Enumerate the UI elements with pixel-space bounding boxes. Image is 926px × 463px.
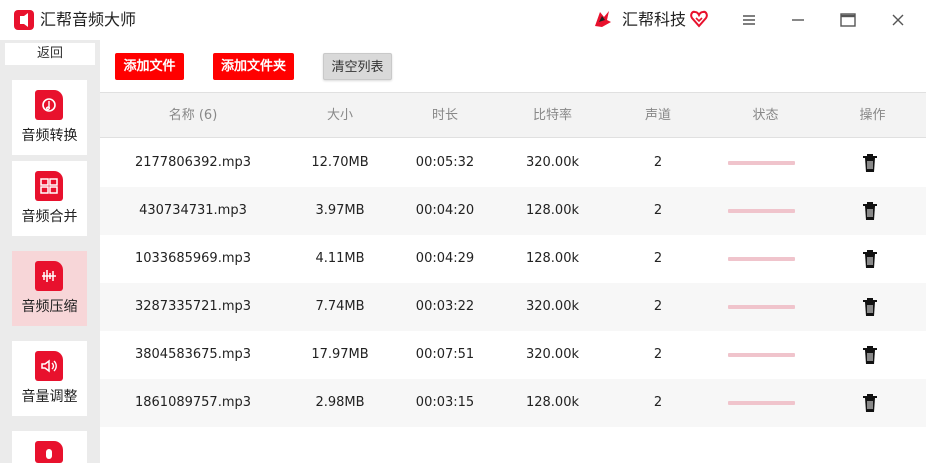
file-bitrate: 128.00k	[525, 395, 579, 410]
file-size: 2.98MB	[315, 395, 365, 410]
file-name: 1861089757.mp3	[134, 395, 252, 410]
column-header-action: 操作	[859, 108, 886, 123]
file-bitrate: 128.00k	[525, 203, 579, 218]
file-name: 430734731.mp3	[139, 203, 247, 218]
file-channels: 2	[653, 347, 663, 362]
file-channels: 2	[653, 299, 663, 314]
sidebar-item-label: 音频压缩	[21, 299, 78, 315]
status-progress-bar	[728, 161, 795, 165]
table-row[interactable]: 2177806392.mp3 12.70MB 00:05:32 320.00k …	[100, 139, 926, 187]
file-channels: 2	[653, 203, 663, 218]
sidebar-item-label: 音量调整	[21, 389, 78, 405]
file-duration: 00:03:22	[415, 299, 475, 314]
table-row[interactable]: 3804583675.mp3 17.97MB 00:07:51 320.00k …	[100, 331, 926, 379]
add-folder-button[interactable]: 添加文件夹	[213, 53, 294, 80]
heart-badge-icon	[690, 10, 708, 28]
status-progress-bar	[728, 305, 795, 309]
clear-list-button[interactable]: 清空列表	[323, 53, 392, 80]
file-name: 2177806392.mp3	[134, 155, 252, 170]
sidebar-item-microphone[interactable]	[12, 431, 87, 463]
file-duration: 00:07:51	[415, 347, 475, 362]
file-bitrate: 320.00k	[525, 347, 579, 362]
audio-compress-icon	[35, 261, 63, 291]
sidebar-item-label: 音频合并	[21, 209, 78, 225]
file-channels: 2	[653, 395, 663, 410]
file-size: 7.74MB	[315, 299, 365, 314]
brand-logo-icon	[595, 11, 611, 27]
status-progress-bar	[728, 209, 795, 213]
file-duration: 00:03:15	[415, 395, 475, 410]
file-size: 12.70MB	[311, 155, 369, 170]
column-header-size[interactable]: 大小	[290, 93, 390, 139]
trash-icon[interactable]	[862, 393, 878, 413]
main-panel: 添加文件 添加文件夹 清空列表 名称 (6) 大小 时长 比特率 声道 状态 操…	[100, 40, 926, 463]
audio-merge-icon	[35, 171, 63, 201]
file-bitrate: 320.00k	[525, 155, 579, 170]
file-channels: 2	[653, 155, 663, 170]
app-title: 汇帮音频大师	[40, 10, 137, 29]
trash-icon[interactable]	[862, 297, 878, 317]
sidebar-item-label: 音频转换	[21, 128, 78, 144]
column-header-duration[interactable]: 时长	[395, 93, 495, 139]
title-bar: 汇帮音频大师 汇帮科技	[0, 0, 926, 40]
column-header-channels[interactable]: 声道	[618, 93, 698, 139]
minimize-icon[interactable]	[786, 8, 810, 32]
file-duration: 00:04:29	[415, 251, 475, 266]
file-name: 3287335721.mp3	[134, 299, 252, 314]
status-progress-bar	[728, 401, 795, 405]
volume-adjust-icon	[35, 351, 63, 381]
back-button[interactable]: 返回	[5, 43, 95, 65]
table-row[interactable]: 1861089757.mp3 2.98MB 00:03:15 128.00k 2	[100, 379, 926, 427]
brand-name: 汇帮科技	[622, 10, 687, 29]
trash-icon[interactable]	[862, 345, 878, 365]
trash-icon[interactable]	[862, 249, 878, 269]
file-duration: 00:04:20	[415, 203, 475, 218]
column-header-bitrate[interactable]: 比特率	[500, 93, 605, 139]
column-header-name[interactable]: 名称 (6)	[120, 93, 266, 139]
file-channels: 2	[653, 251, 663, 266]
sidebar-item-volume-adjust[interactable]: 音量调整	[12, 341, 87, 416]
status-progress-bar	[728, 353, 795, 357]
sidebar-item-audio-merge[interactable]: 音频合并	[12, 161, 87, 236]
file-size: 17.97MB	[311, 347, 369, 362]
column-header-status: 状态	[752, 108, 779, 123]
close-icon[interactable]	[886, 8, 910, 32]
file-duration: 00:05:32	[415, 155, 475, 170]
file-name: 3804583675.mp3	[134, 347, 252, 362]
microphone-icon	[35, 441, 63, 463]
sidebar-item-audio-compress[interactable]: 音频压缩	[12, 251, 87, 326]
file-bitrate: 128.00k	[525, 251, 579, 266]
table-header: 名称 (6) 大小 时长 比特率 声道 状态 操作	[100, 92, 926, 138]
file-bitrate: 320.00k	[525, 299, 579, 314]
table-row[interactable]: 3287335721.mp3 7.74MB 00:03:22 320.00k 2	[100, 283, 926, 331]
status-progress-bar	[728, 257, 795, 261]
file-name: 1033685969.mp3	[134, 251, 252, 266]
table-row[interactable]: 1033685969.mp3 4.11MB 00:04:29 128.00k 2	[100, 235, 926, 283]
sidebar: 返回 音频转换 音频合并 音频压缩 音量调整	[0, 40, 100, 463]
trash-icon[interactable]	[862, 153, 878, 173]
audio-convert-icon	[35, 90, 63, 120]
maximize-icon[interactable]	[836, 8, 860, 32]
sidebar-item-audio-convert[interactable]: 音频转换	[12, 80, 87, 155]
file-size: 4.11MB	[315, 251, 365, 266]
file-size: 3.97MB	[315, 203, 365, 218]
music-app-icon	[14, 10, 34, 30]
table-row[interactable]: 430734731.mp3 3.97MB 00:04:20 128.00k 2	[100, 187, 926, 235]
add-file-button[interactable]: 添加文件	[115, 53, 184, 80]
trash-icon[interactable]	[862, 201, 878, 221]
menu-icon[interactable]	[737, 8, 761, 32]
